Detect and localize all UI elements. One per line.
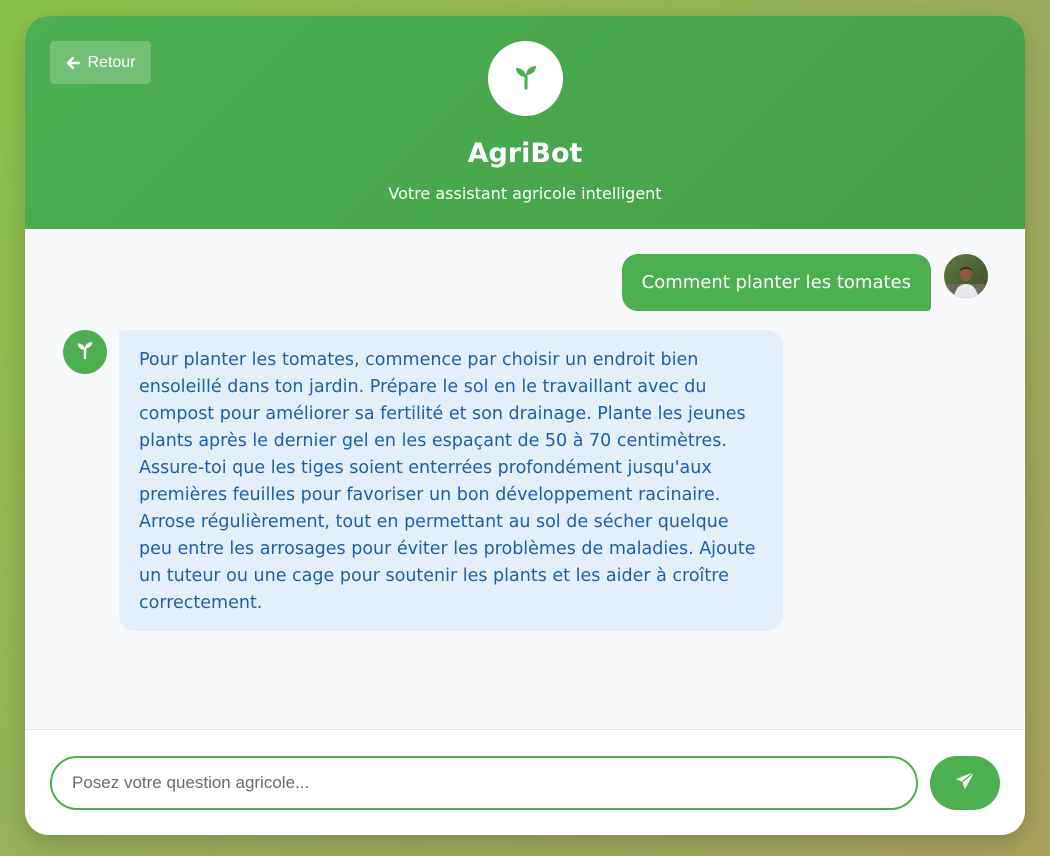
chat-header: Retour AgriBot Votre assistant agricole … xyxy=(25,16,1025,229)
chat-window: Retour AgriBot Votre assistant agricole … xyxy=(25,16,1025,835)
user-message: Comment planter les tomates xyxy=(621,254,931,311)
app-subtitle: Votre assistant agricole intelligent xyxy=(388,184,662,203)
seedling-icon xyxy=(74,339,96,365)
arrow-left-icon xyxy=(65,55,81,71)
bot-message: Pour planter les tomates, commence par c… xyxy=(119,330,783,631)
send-button[interactable] xyxy=(930,756,1000,810)
app-title: AgriBot xyxy=(467,138,583,169)
message-list: Comment planter les tomates Pour planter… xyxy=(25,229,1025,729)
app-logo xyxy=(488,41,563,116)
bot-avatar xyxy=(63,330,107,374)
composer xyxy=(25,729,1025,835)
question-input[interactable] xyxy=(50,756,918,810)
back-button-label: Retour xyxy=(87,53,136,71)
back-button[interactable]: Retour xyxy=(50,41,151,84)
user-avatar xyxy=(944,254,988,298)
seedling-icon xyxy=(511,62,541,96)
paper-plane-icon xyxy=(954,770,976,796)
